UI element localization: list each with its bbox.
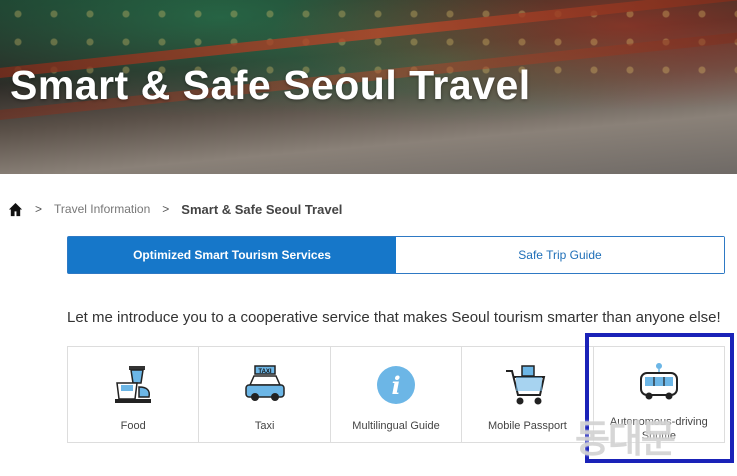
info-glyph: i: [391, 371, 400, 400]
shopping-cart-icon: [503, 361, 551, 409]
service-card-mobile-passport[interactable]: Mobile Passport: [462, 347, 594, 442]
tab-safe-trip-guide[interactable]: Safe Trip Guide: [396, 237, 724, 273]
hero-banner: Smart & Safe Seoul Travel: [0, 0, 737, 174]
breadcrumb-item-travel-information[interactable]: Travel Information: [54, 202, 150, 216]
tab-smart-tourism-services[interactable]: Optimized Smart Tourism Services: [68, 237, 396, 273]
tab-bar: Optimized Smart Tourism Services Safe Tr…: [67, 236, 725, 274]
food-icon: [109, 361, 157, 409]
breadcrumb-separator: >: [162, 202, 170, 216]
service-label: Multilingual Guide: [352, 420, 440, 432]
taxi-icon: TAXI: [241, 361, 289, 409]
service-label: Mobile Passport: [487, 420, 567, 432]
breadcrumb-separator: >: [35, 202, 43, 216]
shuttle-bus-icon: [635, 361, 683, 405]
home-icon[interactable]: [8, 202, 23, 217]
breadcrumb-item-current: Smart & Safe Seoul Travel: [181, 201, 343, 217]
service-card-autonomous-shuttle[interactable]: Autonomous-driving Shuttle: [594, 347, 724, 442]
service-card-multilingual-guide[interactable]: i Multilingual Guide: [331, 347, 463, 442]
intro-text: Let me introduce you to a cooperative se…: [67, 309, 721, 326]
taxi-sign-text: TAXI: [258, 369, 272, 375]
service-label: Food: [120, 420, 146, 432]
breadcrumb: > Travel Information > Smart & Safe Seou…: [8, 199, 342, 219]
service-label: Autonomous-driving Shuttle: [609, 416, 708, 442]
service-card-food[interactable]: Food: [68, 347, 200, 442]
service-grid: Food TAXI Taxi i Multilingual Guide Mobi…: [67, 346, 725, 443]
service-label: Taxi: [254, 420, 275, 432]
service-card-taxi[interactable]: TAXI Taxi: [199, 347, 331, 442]
page-title: Smart & Safe Seoul Travel: [10, 62, 531, 108]
info-icon: i: [372, 361, 420, 409]
